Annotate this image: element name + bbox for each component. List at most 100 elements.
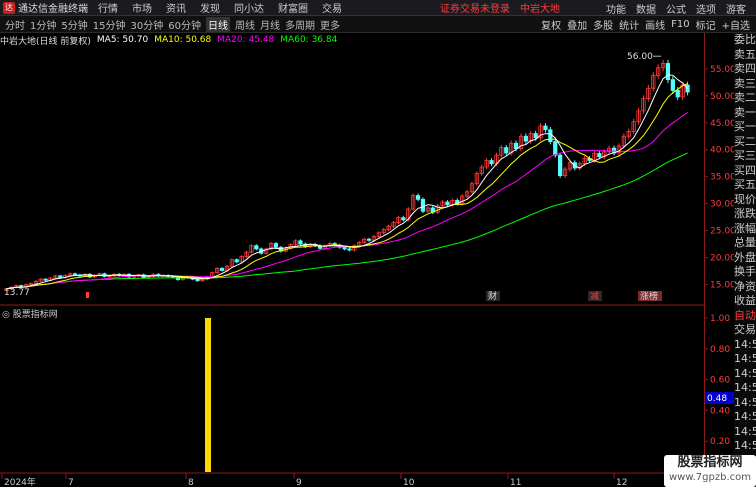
price-tick-label: 50.00 <box>710 92 735 102</box>
stock-name-top: 中岩大地 <box>520 4 560 15</box>
candle-body <box>523 135 528 142</box>
menu-news[interactable]: 资讯 <box>166 0 186 15</box>
ma60-label: MA60: 36.84 <box>280 35 338 45</box>
side-panel-row: 收益 <box>734 294 756 307</box>
indicator-icon: ◎ <box>2 310 10 320</box>
candle-body <box>298 240 303 245</box>
indicator-signal-bar <box>205 318 211 472</box>
menu-function[interactable]: 功能 <box>606 1 626 16</box>
menu-quotes[interactable]: 行情 <box>98 0 118 15</box>
period-30min[interactable]: 30分钟 <box>130 17 163 32</box>
period-15min[interactable]: 15分钟 <box>93 17 126 32</box>
stock-label: 中岩大地(日线 前复权) <box>0 36 91 47</box>
tool-overlay[interactable]: 叠加 <box>567 17 587 32</box>
indicator-tick-label: 0.40 <box>710 406 730 416</box>
side-panel-row: 净资 <box>734 279 756 293</box>
event-label: 减 <box>590 290 599 302</box>
watermark-title: 股票指标网 <box>677 455 743 470</box>
tool-stats[interactable]: 统计 <box>619 17 639 32</box>
tool-multi-stock[interactable]: 多股 <box>593 17 613 32</box>
tool-draw[interactable]: 画线 <box>645 17 665 32</box>
candle-body <box>43 278 48 281</box>
period-intraday[interactable]: 分时 <box>5 17 25 32</box>
app-title: 通达信金融终端 <box>18 4 88 15</box>
side-panel-row: 委比 <box>734 33 756 46</box>
menu-data[interactable]: 数据 <box>636 1 656 16</box>
period-monthly[interactable]: 月线 <box>260 17 280 32</box>
candle-body <box>219 267 225 271</box>
price-tick-label: 55.00 <box>710 65 735 75</box>
candle-body <box>489 160 494 165</box>
chart-tools: 复权 叠加 多股 统计 画线 F10 标记 +自选 <box>541 16 756 33</box>
candle-body <box>558 154 563 177</box>
menu-trade[interactable]: 交易 <box>322 0 342 15</box>
indicator-tick-label: 0.60 <box>710 376 730 386</box>
price-axis: 55.00 50.00 45.00 40.00 35.00 30.00 25.00 20.00… <box>704 33 736 487</box>
tool-adjust[interactable]: 复权 <box>541 17 561 32</box>
candle-body <box>234 259 239 263</box>
menu-formula[interactable]: 公式 <box>666 1 686 16</box>
menu-market[interactable]: 市场 <box>132 0 152 15</box>
event-label: 财 <box>488 290 497 302</box>
candle-body <box>72 273 78 276</box>
candle-body <box>58 275 63 278</box>
ma10-line <box>6 83 688 290</box>
period-more[interactable]: 更多 <box>320 17 340 32</box>
candle-body <box>420 198 426 212</box>
side-panel-row: 14:5 <box>734 337 756 351</box>
login-warning[interactable]: 证券交易未登录 <box>440 0 510 15</box>
price-tick-label: 20.00 <box>710 254 735 264</box>
period-weekly[interactable]: 周线 <box>235 17 255 32</box>
menu-discover[interactable]: 发现 <box>200 0 220 15</box>
date-label: 11 <box>510 478 521 487</box>
event-marker <box>86 292 89 298</box>
candle-body <box>347 248 352 251</box>
candle-body <box>675 90 680 98</box>
ma60-line <box>6 152 688 290</box>
quote-side-panel: 委比 卖五 卖四 卖三 卖二 卖一 买一 买二 买三 买四 买五 现价 涨跌 涨幅 总量 外盘 换手 净资 收益 自动… <box>734 33 756 487</box>
tool-mark[interactable]: 标记 <box>696 17 716 32</box>
indicator-name: 股票指标网 <box>12 310 58 320</box>
indicator-tick-label: 1.00 <box>710 314 730 324</box>
side-panel-row: 卖四 <box>734 62 756 75</box>
indicator-tick-label: 0.20 <box>710 437 730 447</box>
period-1min[interactable]: 1分钟 <box>30 17 56 32</box>
event-label: 涨榜 <box>640 290 658 302</box>
side-panel-row: 买三 <box>734 149 756 162</box>
period-daily[interactable]: 日线 <box>205 16 230 32</box>
side-panel-row: 买一 <box>734 120 756 133</box>
high-price-label: 56.00 <box>627 52 653 62</box>
side-panel-row: 14:5 <box>734 395 756 409</box>
menu-options[interactable]: 选项 <box>696 1 716 16</box>
price-tick-label: 25.00 <box>710 227 735 237</box>
side-panel-row: 卖二 <box>734 91 756 104</box>
side-panel-row: 14:5 <box>734 424 756 438</box>
price-tick-label: 40.00 <box>710 146 735 156</box>
ma5-line <box>6 74 688 290</box>
ma20-label: MA20: 45.48 <box>217 35 275 45</box>
chart-area[interactable]: 56.00 13.77 财 减 涨榜 2024年 7 8 9 10 11 12 <box>0 33 704 487</box>
candle-body <box>254 245 259 250</box>
side-panel-row: 14:5 <box>734 410 756 423</box>
period-60min[interactable]: 60分钟 <box>168 17 201 32</box>
axis-svg: 55.00 50.00 45.00 40.00 35.00 30.00 25.00 20.00… <box>705 65 736 447</box>
candle-body <box>543 125 548 131</box>
tool-f10[interactable]: F10 <box>671 19 689 30</box>
period-multi[interactable]: 多周期 <box>285 17 315 32</box>
price-tick-label: 45.00 <box>710 119 735 129</box>
side-panel-row: 现价 <box>734 192 756 206</box>
menu-wealth[interactable]: 财富圈 <box>278 0 308 15</box>
candle-body <box>366 238 372 241</box>
watermark-logo: 股票指标网 www.7gpzb.com <box>664 455 756 487</box>
period-5min[interactable]: 5分钟 <box>61 17 87 32</box>
menu-tongxiaoda[interactable]: 同小达 <box>234 0 264 15</box>
candle-body <box>670 79 675 91</box>
side-panel-row: 涨幅 <box>734 221 756 235</box>
candle-body <box>597 153 602 158</box>
guest-label[interactable]: 游客 <box>726 1 746 16</box>
candle-body <box>342 246 347 250</box>
tool-add-watchlist[interactable]: +自选 <box>722 17 750 32</box>
kline-chart[interactable]: 56.00 13.77 财 减 涨榜 2024年 7 8 9 10 11 12 <box>0 33 704 487</box>
title-right-menu: 功能 数据 公式 选项 游客 <box>606 0 756 16</box>
side-panel-row: 14:5 <box>734 366 756 380</box>
